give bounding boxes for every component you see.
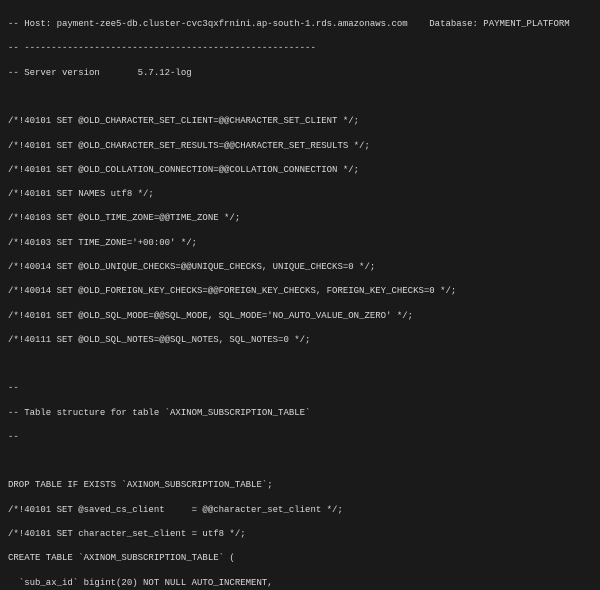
blank-line	[8, 91, 592, 103]
preset-line: /*!40014 SET @OLD_UNIQUE_CHECKS=@@UNIQUE…	[8, 261, 592, 273]
preset-line: /*!40014 SET @OLD_FOREIGN_KEY_CHECKS=@@F…	[8, 285, 592, 297]
preset-line: /*!40101 SET @OLD_CHARACTER_SET_RESULTS=…	[8, 140, 592, 152]
preset-line: /*!40103 SET TIME_ZONE='+00:00' */;	[8, 237, 592, 249]
db-value: PAYMENT_PLATFORM	[483, 19, 569, 29]
preset-line: /*!40101 SET @OLD_SQL_MODE=@@SQL_MODE, S…	[8, 310, 592, 322]
preset-line: /*!40103 SET @OLD_TIME_ZONE=@@TIME_ZONE …	[8, 212, 592, 224]
preset-line: /*!40101 SET @OLD_CHARACTER_SET_CLIENT=@…	[8, 115, 592, 127]
comment-dash: --	[8, 382, 592, 394]
ddl-line: /*!40101 SET character_set_client = utf8…	[8, 528, 592, 540]
terminal-output: -- Host: payment-zee5-db.cluster-cvc3qxf…	[0, 0, 600, 590]
table-structure-title: -- Table structure for table `AXINOM_SUB…	[8, 407, 592, 419]
blank-line	[8, 455, 592, 467]
separator-line: -- -------------------------------------…	[8, 42, 592, 54]
preset-line: /*!40111 SET @OLD_SQL_NOTES=@@SQL_NOTES,…	[8, 334, 592, 346]
ddl-line: /*!40101 SET @saved_cs_client = @@charac…	[8, 504, 592, 516]
host-line: -- Host: payment-zee5-db.cluster-cvc3qxf…	[8, 18, 592, 30]
server-version-line: -- Server version 5.7.12-log	[8, 67, 592, 79]
ddl-line: `sub_ax_id` bigint(20) NOT NULL AUTO_INC…	[8, 577, 592, 589]
blank-line	[8, 358, 592, 370]
ddl-line: CREATE TABLE `AXINOM_SUBSCRIPTION_TABLE`…	[8, 552, 592, 564]
host-label: -- Host:	[8, 19, 57, 29]
db-label: Database:	[408, 19, 484, 29]
comment-dash: --	[8, 431, 592, 443]
ddl-line: DROP TABLE IF EXISTS `AXINOM_SUBSCRIPTIO…	[8, 479, 592, 491]
preset-line: /*!40101 SET NAMES utf8 */;	[8, 188, 592, 200]
host-value: payment-zee5-db.cluster-cvc3qxfrnini.ap-…	[57, 19, 408, 29]
preset-line: /*!40101 SET @OLD_COLLATION_CONNECTION=@…	[8, 164, 592, 176]
